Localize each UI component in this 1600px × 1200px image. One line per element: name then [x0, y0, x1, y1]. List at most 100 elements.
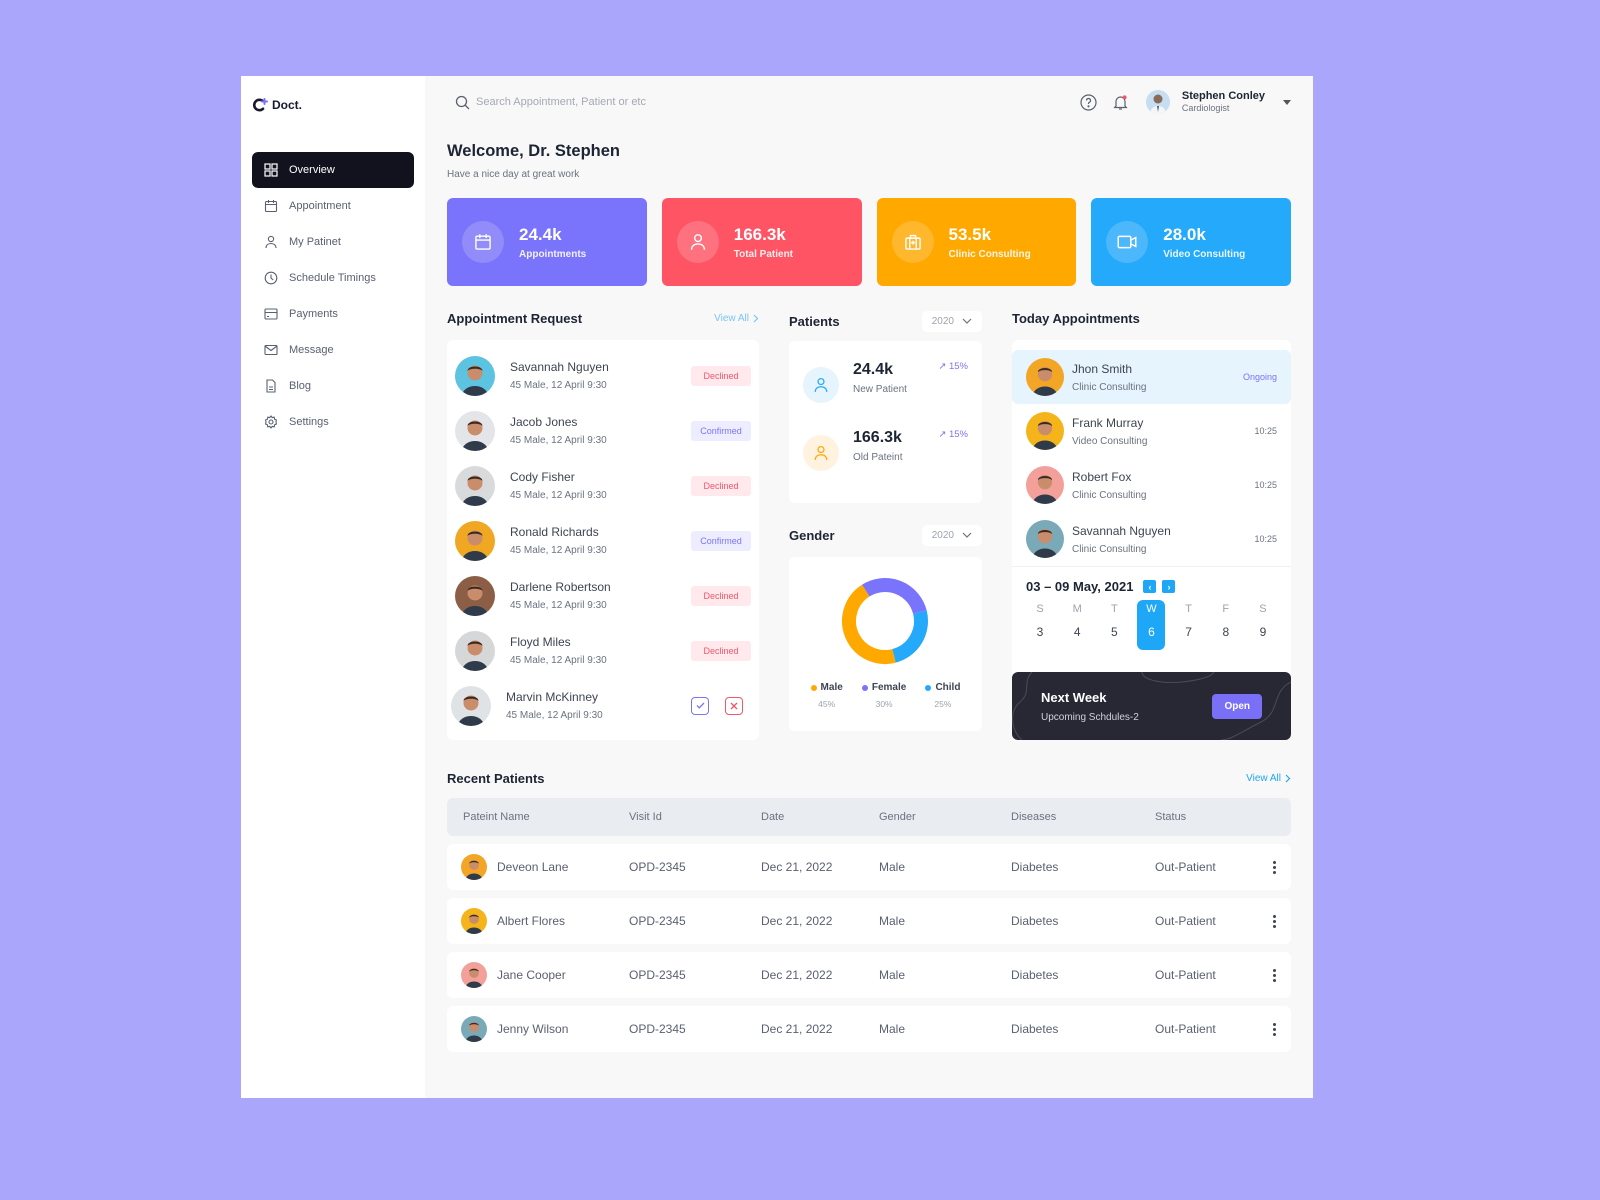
appointment-time: 10:25 — [1254, 534, 1277, 544]
calendar-day[interactable]: T7 — [1175, 600, 1203, 650]
kebab-menu-icon — [1272, 860, 1276, 874]
appointment-request-item[interactable]: Jacob Jones 45 Male, 12 April 9:30 Confirm… — [455, 403, 751, 458]
sidebar-item-overview[interactable]: Overview — [252, 152, 414, 188]
appointment-request-item[interactable]: Darlene Robertson 45 Male, 12 April 9:30 D… — [455, 568, 751, 623]
video-icon — [1117, 235, 1137, 249]
trend-badge: ↗ 15% — [938, 361, 968, 372]
avatar-image-icon — [1026, 412, 1064, 450]
column-header[interactable]: Diseases — [1011, 811, 1155, 823]
logo[interactable]: Doct. — [252, 98, 414, 112]
sidebar-item-message[interactable]: Message — [252, 332, 414, 368]
view-all-link[interactable]: View All — [714, 313, 759, 324]
avatar — [455, 575, 495, 616]
sidebar-item-payments[interactable]: Payments — [252, 296, 414, 332]
view-all-link[interactable]: View All — [1246, 773, 1291, 784]
patient-name: Albert Flores — [497, 914, 566, 928]
search-input[interactable]: Search Appointment, Patient or etc — [447, 95, 646, 110]
accept-button[interactable] — [691, 696, 709, 715]
column-header[interactable]: Pateint Name — [447, 811, 629, 823]
column-header[interactable]: Status — [1155, 811, 1259, 823]
today-appointment-item[interactable]: Jhon Smith Clinic Consulting Ongoing — [1012, 350, 1291, 404]
table-header: Pateint Name Visit Id Date Gender Diseas… — [447, 798, 1291, 836]
gender-year-dropdown[interactable]: 2020 — [921, 524, 982, 546]
appointment-request-item[interactable]: Savannah Nguyen 45 Male, 12 April 9:30 Dec… — [455, 348, 751, 403]
stat-card-video-consulting[interactable]: 28.0k Video Consulting — [1091, 198, 1291, 286]
row-menu-button[interactable] — [1259, 968, 1289, 982]
avatar — [455, 410, 495, 451]
help-button[interactable] — [1078, 91, 1100, 113]
avatar-image-icon — [1026, 466, 1064, 504]
stat-card-clinic-consulting[interactable]: 53.5k Clinic Consulting — [876, 198, 1077, 286]
donut-slice-male[interactable] — [842, 584, 896, 664]
patient-detail: 45 Male, 12 April 9:30 — [510, 655, 607, 666]
column-header[interactable]: Visit Id — [629, 811, 761, 823]
view-all-label: View All — [714, 312, 749, 324]
page-subtitle: Have a nice day at great work — [447, 169, 580, 180]
calendar-day[interactable]: F8 — [1212, 600, 1240, 650]
weekday-label: W — [1146, 603, 1157, 615]
sidebar-item-appointment[interactable]: Appointment — [252, 188, 414, 224]
patient-name: Jenny Wilson — [497, 1022, 569, 1036]
weekday-label: S — [1259, 603, 1267, 615]
reject-button[interactable] — [725, 696, 743, 715]
column-header[interactable]: Date — [761, 811, 879, 823]
section-title: Patients — [789, 313, 840, 329]
legend-item: Female 30% — [861, 682, 907, 709]
appointment-request-item[interactable]: Marvin McKinney 45 Male, 12 April 9:30 — [451, 678, 751, 733]
table-row[interactable]: Deveon Lane OPD-2345 Dec 21, 2022 Male Diabe… — [447, 844, 1291, 890]
appointment-time: 10:25 — [1254, 426, 1277, 436]
patient-cell: Jenny Wilson — [447, 1016, 629, 1042]
table-row[interactable]: Jane Cooper OPD-2345 Dec 21, 2022 Male Diabe… — [447, 952, 1291, 998]
sidebar-item-my-patient[interactable]: My Patinet — [252, 224, 414, 260]
appointment-request-item[interactable]: Ronald Richards 45 Male, 12 April 9:30 Con… — [455, 513, 751, 568]
calendar-icon — [475, 234, 491, 250]
calendar-day[interactable]: T5 — [1100, 600, 1128, 650]
table-row[interactable]: Albert Flores OPD-2345 Dec 21, 2022 Male Dia… — [447, 898, 1291, 944]
calendar-prev-button[interactable]: ‹ — [1143, 580, 1157, 593]
stat-card-total-patient[interactable]: 166.3k Total Patient — [661, 198, 862, 286]
user-menu-caret-icon[interactable] — [1283, 99, 1291, 105]
user-avatar[interactable] — [1145, 90, 1170, 114]
appointment-request-item[interactable]: Floyd Miles 45 Male, 12 April 9:30 Decline… — [455, 623, 751, 678]
appointment-request-item[interactable]: Cody Fisher 45 Male, 12 April 9:30 Decline… — [455, 458, 751, 513]
calendar-day[interactable]: W6 — [1137, 600, 1166, 650]
calendar-day[interactable]: S3 — [1026, 600, 1054, 650]
notifications-button[interactable] — [1110, 91, 1132, 113]
donut-slice-child[interactable] — [891, 610, 928, 663]
sidebar-item-schedule-timings[interactable]: Schedule Timings — [252, 260, 414, 296]
calendar-day[interactable]: S9 — [1249, 600, 1277, 650]
user-info[interactable]: Stephen Conley Cardiologist — [1182, 90, 1265, 115]
stat-value: 24.4k — [519, 224, 562, 244]
status-badge: Declined — [691, 475, 751, 496]
avatar — [1026, 412, 1064, 450]
open-button[interactable]: Open — [1212, 693, 1262, 719]
stat-card-appointments[interactable]: 24.4k Appointments — [447, 198, 647, 286]
patient-status: Out-Patient — [1155, 914, 1216, 928]
patients-year-dropdown[interactable]: 2020 — [921, 310, 982, 332]
stat-icon-wrap — [462, 221, 504, 263]
chevron-right-icon — [753, 314, 759, 322]
calendar-day[interactable]: M4 — [1063, 600, 1091, 650]
sidebar-item-blog[interactable]: Blog — [252, 368, 414, 404]
legend-label: Female — [871, 682, 907, 693]
patient-stat-new: 24.4k New Patient ↗ 15% — [803, 361, 968, 429]
legend-label: Male — [820, 682, 843, 693]
today-appointment-item[interactable]: Savannah Nguyen Clinic Consulting 10:25 — [1012, 512, 1291, 566]
row-menu-button[interactable] — [1259, 860, 1289, 874]
sidebar-item-settings[interactable]: Settings — [252, 404, 414, 440]
today-appointment-item[interactable]: Robert Fox Clinic Consulting 10:25 — [1012, 458, 1291, 512]
status-badge: Declined — [691, 585, 751, 606]
today-appointment-item[interactable]: Frank Murray Video Consulting 10:25 — [1012, 404, 1291, 458]
row-menu-button[interactable] — [1259, 1022, 1289, 1036]
column-header[interactable]: Gender — [879, 811, 1011, 823]
table-row[interactable]: Jenny Wilson OPD-2345 Dec 21, 2022 Male Diab… — [447, 1006, 1291, 1052]
weekday-label: T — [1110, 603, 1118, 615]
row-menu-button[interactable] — [1259, 914, 1289, 928]
chevron-right-icon: › — [1167, 581, 1171, 592]
calendar-next-button[interactable]: › — [1162, 580, 1176, 593]
sidebar-item-label: Appointment — [289, 200, 351, 212]
patient-detail: 45 Male, 12 April 9:30 — [506, 710, 603, 721]
trend-up-icon: ↗ — [938, 361, 949, 372]
donut-slice-female[interactable] — [861, 578, 927, 615]
user-icon — [690, 234, 705, 250]
